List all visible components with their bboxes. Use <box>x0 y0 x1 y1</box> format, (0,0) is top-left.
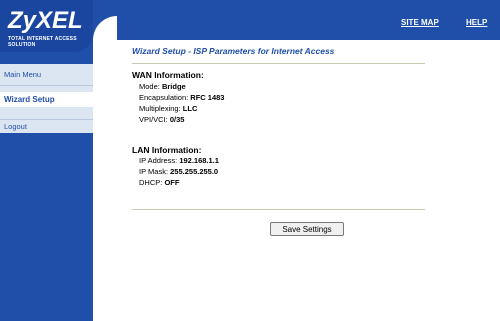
divider <box>132 63 425 64</box>
site-map-link[interactable]: SITE MAP <box>401 18 439 27</box>
lan-ip-address: IP Address: 192.168.1.1 <box>139 156 219 165</box>
brand-tagline: TOTAL INTERNET ACCESS SOLUTION <box>8 36 77 48</box>
wan-mode: Mode: Bridge <box>139 82 186 91</box>
lan-ip-mask: IP Mask: 255.255.255.0 <box>139 167 219 176</box>
sidebar-spacer <box>0 85 93 92</box>
wan-encapsulation: Encapsulation: RFC 1483 <box>139 93 225 102</box>
sidebar-item-logout[interactable]: Logout <box>0 120 93 133</box>
page-title: Wizard Setup - ISP Parameters for Intern… <box>132 46 335 56</box>
brand-name: ZyXEL <box>8 7 83 34</box>
sidebar-item-label: Wizard Setup <box>4 95 55 104</box>
lan-dhcp: DHCP: OFF <box>139 178 180 187</box>
brand-logo[interactable]: ZyXEL TOTAL INTERNET ACCESS SOLUTION <box>0 0 93 52</box>
lan-heading: LAN Information: <box>132 145 202 155</box>
sidebar-item-main-menu[interactable]: Main Menu <box>0 64 93 85</box>
sidebar-item-wizard-setup[interactable]: Wizard Setup <box>0 92 93 107</box>
wan-multiplexing: Multiplexing: LLC <box>139 104 198 113</box>
wan-heading: WAN Information: <box>132 70 204 80</box>
save-settings-button[interactable]: Save Settings <box>270 222 344 236</box>
divider <box>132 209 425 210</box>
sidebar-divider <box>0 85 93 86</box>
help-link[interactable]: HELP <box>466 18 487 27</box>
sidebar-item-label: Main Menu <box>4 70 42 79</box>
wan-vpi-vci: VPI/VCI: 0/35 <box>139 115 185 124</box>
sidebar-item-label: Logout <box>4 122 27 131</box>
